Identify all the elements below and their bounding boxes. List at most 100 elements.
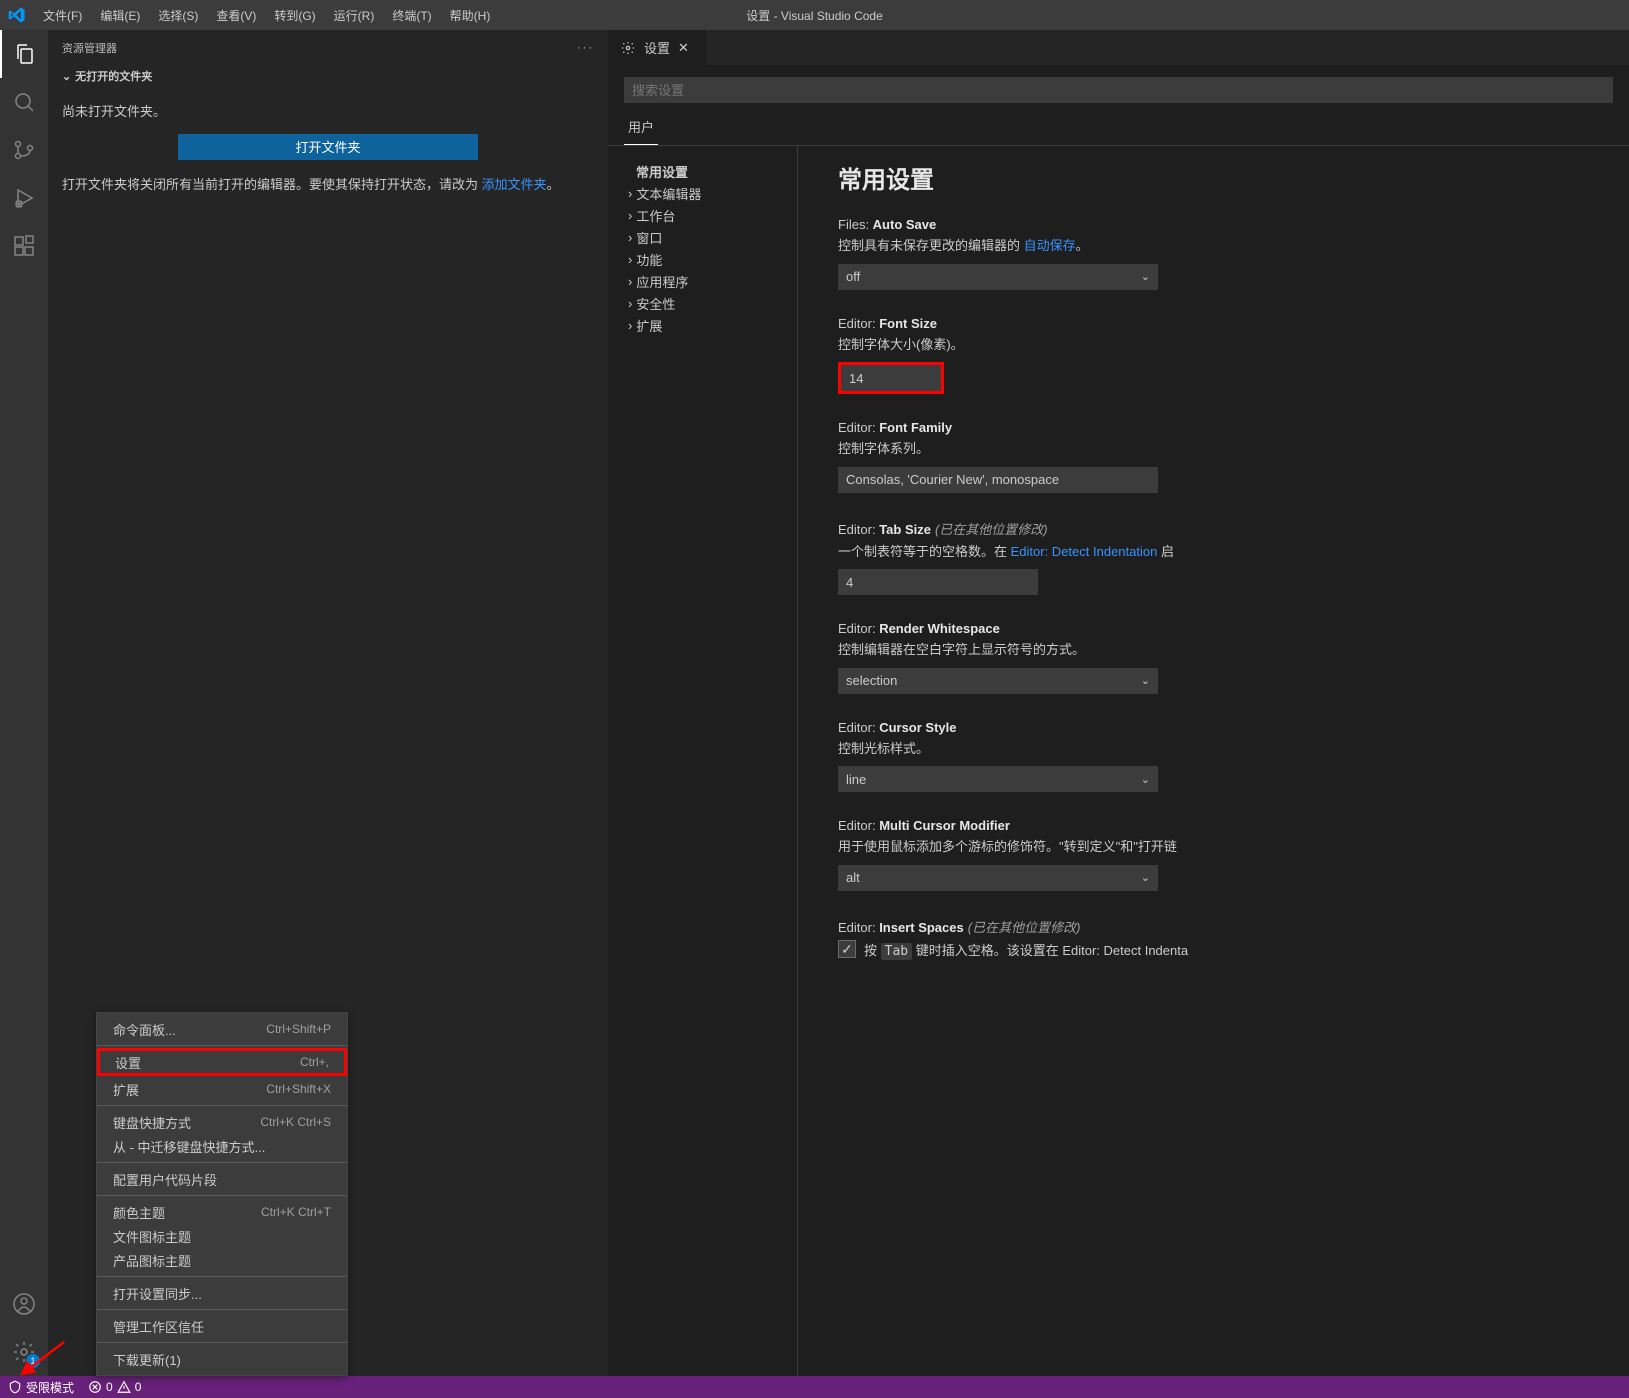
menu-command-palette[interactable]: 命令面板...Ctrl+Shift+P — [97, 1017, 347, 1041]
problems[interactable]: 0 0 — [88, 1380, 141, 1394]
menu-color-theme[interactable]: 颜色主题Ctrl+K Ctrl+T — [97, 1200, 347, 1224]
chevron-right-icon: › — [628, 274, 632, 289]
render-whitespace-select[interactable]: selection⌄ — [838, 668, 1158, 694]
insert-spaces-checkbox[interactable]: ✓ — [838, 940, 856, 958]
menu-edit[interactable]: 编辑(E) — [93, 3, 147, 28]
menu-view[interactable]: 查看(V) — [209, 3, 263, 28]
no-folder-section[interactable]: ⌄ 无打开的文件夹 — [62, 65, 594, 87]
chevron-right-icon: › — [628, 296, 632, 311]
multi-cursor-select[interactable]: alt⌄ — [838, 865, 1158, 891]
setting-font-size: Editor: Font Size 控制字体大小(像素)。 — [838, 316, 1629, 395]
vscode-logo-icon — [8, 6, 26, 24]
settings-list: 常用设置 Files: Auto Save 控制具有未保存更改的编辑器的 自动保… — [798, 146, 1629, 1376]
chevron-down-icon: ⌄ — [1141, 674, 1150, 687]
restricted-mode[interactable]: 受限模式 — [8, 1379, 74, 1396]
chevron-right-icon: › — [628, 186, 632, 201]
font-size-input[interactable] — [841, 365, 941, 391]
menu-settings[interactable]: 设置Ctrl+, — [99, 1050, 345, 1074]
separator — [97, 1195, 347, 1196]
add-folder-link[interactable]: 添加文件夹 — [482, 177, 547, 192]
tab-size-input[interactable] — [838, 569, 1038, 595]
menu-file-icon-theme[interactable]: 文件图标主题 — [97, 1224, 347, 1248]
tree-item-window[interactable]: ›窗口 — [608, 226, 797, 248]
extensions-icon[interactable] — [0, 222, 48, 270]
menu-terminal[interactable]: 终端(T) — [385, 3, 438, 28]
menu-help[interactable]: 帮助(H) — [443, 3, 498, 28]
manage-context-menu: 命令面板...Ctrl+Shift+P 设置Ctrl+, 扩展Ctrl+Shif… — [96, 1012, 348, 1376]
scope-user-tab[interactable]: 用户 — [624, 109, 658, 145]
tree-item-workbench[interactable]: ›工作台 — [608, 204, 797, 226]
separator — [97, 1309, 347, 1310]
separator — [97, 1162, 347, 1163]
detect-indentation-link-2[interactable]: Editor: Detect Indenta — [1062, 943, 1188, 958]
chevron-down-icon: ⌄ — [1141, 773, 1150, 786]
gear-icon — [620, 40, 636, 56]
menu-go[interactable]: 转到(G) — [267, 3, 322, 28]
chevron-down-icon: ⌄ — [1141, 871, 1150, 884]
menu-run[interactable]: 运行(R) — [327, 3, 382, 28]
activity-bar: 1 — [0, 30, 48, 1376]
tree-item-application[interactable]: ›应用程序 — [608, 270, 797, 292]
tab-label: 设置 — [644, 38, 670, 57]
settings-search-input[interactable] — [624, 77, 1613, 103]
chevron-down-icon: ⌄ — [1141, 270, 1150, 283]
menu-user-snippets[interactable]: 配置用户代码片段 — [97, 1167, 347, 1191]
menu-download-update[interactable]: 下载更新(1) — [97, 1347, 347, 1371]
menu-selection[interactable]: 选择(S) — [151, 3, 205, 28]
separator — [97, 1342, 347, 1343]
menu-keyboard-shortcuts[interactable]: 键盘快捷方式Ctrl+K Ctrl+S — [97, 1110, 347, 1134]
update-badge: 1 — [26, 1354, 40, 1368]
editor-area: 设置 ✕ 用户 常用设置 ›文本编辑器 ›工作台 ›窗口 ›功能 ›应用程序 ›… — [608, 30, 1629, 1376]
settings-tab[interactable]: 设置 ✕ — [608, 30, 707, 65]
close-icon[interactable]: ✕ — [678, 40, 694, 56]
tree-item-text-editor[interactable]: ›文本编辑器 — [608, 182, 797, 204]
setting-auto-save: Files: Auto Save 控制具有未保存更改的编辑器的 自动保存。 of… — [838, 217, 1629, 290]
open-folder-button[interactable]: 打开文件夹 — [178, 134, 478, 160]
menu-migrate-keybindings[interactable]: 从 - 中迁移键盘快捷方式... — [97, 1134, 347, 1158]
manage-gear-icon[interactable]: 1 — [0, 1328, 48, 1376]
error-icon — [88, 1380, 102, 1394]
setting-tab-size: Editor: Tab Size(已在其他位置修改) 一个制表符等于的空格数。在… — [838, 519, 1629, 596]
auto-save-select[interactable]: off⌄ — [838, 264, 1158, 290]
editor-tabs: 设置 ✕ — [608, 30, 1629, 65]
menu-file[interactable]: 文件(F) — [36, 3, 89, 28]
menu-workspace-trust[interactable]: 管理工作区信任 — [97, 1314, 347, 1338]
menu-bar: 文件(F) 编辑(E) 选择(S) 查看(V) 转到(G) 运行(R) 终端(T… — [36, 3, 497, 28]
chevron-right-icon: › — [628, 252, 632, 267]
status-bar: 受限模式 0 0 — [0, 1376, 1629, 1398]
menu-product-icon-theme[interactable]: 产品图标主题 — [97, 1248, 347, 1272]
open-folder-hint: 打开文件夹将关闭所有当前打开的编辑器。要使其保持打开状态，请改为 添加文件夹。 — [62, 174, 594, 193]
shield-icon — [8, 1380, 22, 1394]
setting-multi-cursor-modifier: Editor: Multi Cursor Modifier 用于使用鼠标添加多个… — [838, 818, 1629, 891]
setting-cursor-style: Editor: Cursor Style 控制光标样式。 line⌄ — [838, 720, 1629, 793]
menu-extensions[interactable]: 扩展Ctrl+Shift+X — [97, 1077, 347, 1101]
section-label: 无打开的文件夹 — [75, 68, 152, 84]
settings-heading: 常用设置 — [838, 160, 1629, 195]
explorer-sidebar: 资源管理器 ··· ⌄ 无打开的文件夹 尚未打开文件夹。 打开文件夹 打开文件夹… — [48, 30, 608, 1376]
title-bar: 文件(F) 编辑(E) 选择(S) 查看(V) 转到(G) 运行(R) 终端(T… — [0, 0, 1629, 30]
warning-icon — [117, 1380, 131, 1394]
explorer-icon[interactable] — [0, 30, 48, 78]
setting-font-family: Editor: Font Family 控制字体系列。 — [838, 420, 1629, 493]
tree-item-common[interactable]: 常用设置 — [608, 160, 797, 182]
font-family-input[interactable] — [838, 467, 1158, 493]
source-control-icon[interactable] — [0, 126, 48, 174]
cursor-style-select[interactable]: line⌄ — [838, 766, 1158, 792]
window-title: 设置 - Visual Studio Code — [746, 7, 883, 24]
separator — [97, 1045, 347, 1046]
more-actions-icon[interactable]: ··· — [577, 42, 594, 54]
tree-item-extensions[interactable]: ›扩展 — [608, 314, 797, 336]
auto-save-link[interactable]: 自动保存 — [1024, 238, 1076, 253]
run-debug-icon[interactable] — [0, 174, 48, 222]
menu-settings-sync[interactable]: 打开设置同步... — [97, 1281, 347, 1305]
accounts-icon[interactable] — [0, 1280, 48, 1328]
tree-item-security[interactable]: ›安全性 — [608, 292, 797, 314]
search-icon[interactable] — [0, 78, 48, 126]
settings-tree: 常用设置 ›文本编辑器 ›工作台 ›窗口 ›功能 ›应用程序 ›安全性 ›扩展 — [608, 146, 798, 1376]
chevron-down-icon: ⌄ — [62, 70, 71, 83]
setting-render-whitespace: Editor: Render Whitespace 控制编辑器在空白字符上显示符… — [838, 621, 1629, 694]
separator — [97, 1105, 347, 1106]
chevron-right-icon: › — [628, 318, 632, 333]
detect-indentation-link[interactable]: Editor: Detect Indentation — [1011, 544, 1158, 559]
tree-item-features[interactable]: ›功能 — [608, 248, 797, 270]
